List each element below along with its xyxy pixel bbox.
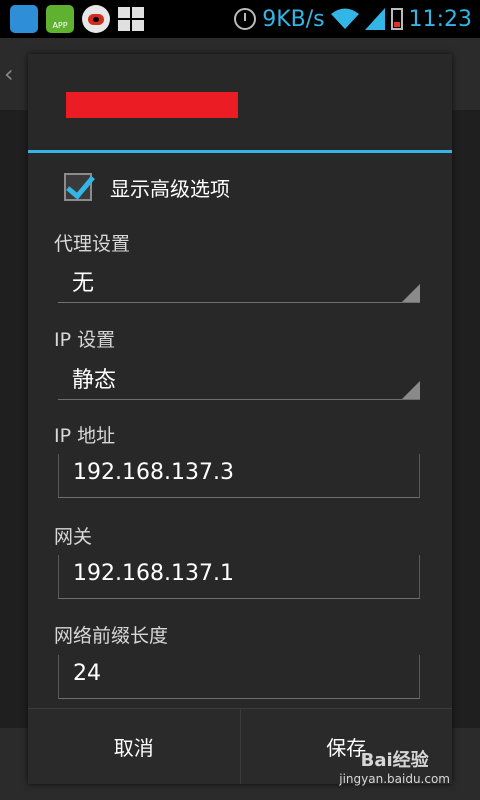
windows-icon [118,7,144,31]
show-advanced-row[interactable]: 显示高级选项 [64,170,230,204]
gateway-field[interactable]: 192.168.137.1 [58,555,420,599]
gateway-value: 192.168.137.1 [73,561,234,586]
redacted-title [66,92,238,118]
gateway-label: 网关 [54,526,93,548]
clock: 11:23 [408,6,472,32]
watermark-url: jingyan.baidu.com [339,772,450,786]
ip-settings-label: IP 设置 [54,329,116,351]
signal-icon [364,8,385,30]
cancel-button[interactable]: 取消 [28,709,240,784]
battery-icon [390,8,403,30]
proxy-value: 无 [72,271,95,296]
show-advanced-checkbox[interactable] [64,173,92,201]
ip-settings-spinner[interactable]: 静态 [58,356,420,400]
baidu-jingyan-watermark: Bai经验 jingyan.baidu.com [339,746,450,786]
show-advanced-label: 显示高级选项 [110,176,230,201]
prefix-length-field[interactable]: 24 [58,655,420,699]
ip-address-value: 192.168.137.3 [73,460,234,485]
prefix-length-value: 24 [73,661,101,686]
prefix-length-label: 网络前缀长度 [54,625,169,647]
proxy-label: 代理设置 [54,233,131,255]
app-store-icon: APP [46,5,74,33]
ip-address-field[interactable]: 192.168.137.3 [58,454,420,498]
watermark-brand: Bai经验 [360,750,429,771]
weibo-icon [82,5,110,33]
ip-settings-value: 静态 [72,368,117,393]
proxy-spinner[interactable]: 无 [58,259,420,303]
ip-address-label: IP 地址 [54,425,116,447]
alarm-icon [234,8,257,30]
spinner-arrow-icon [402,381,420,399]
wifi-icon [330,8,359,30]
back-chevron-icon: ‹ [4,60,14,88]
spinner-arrow-icon [402,284,420,302]
status-bar: APP 9KB/s 11:23 [0,0,480,38]
network-speed: 9KB/s [262,6,325,32]
app-store-label: APP [52,21,68,30]
wifi-config-dialog: 显示高级选项 代理设置 无 IP 设置 静态 IP 地址 192.168.137… [28,54,452,784]
title-divider [28,150,452,153]
app-notification-icon [10,5,38,33]
